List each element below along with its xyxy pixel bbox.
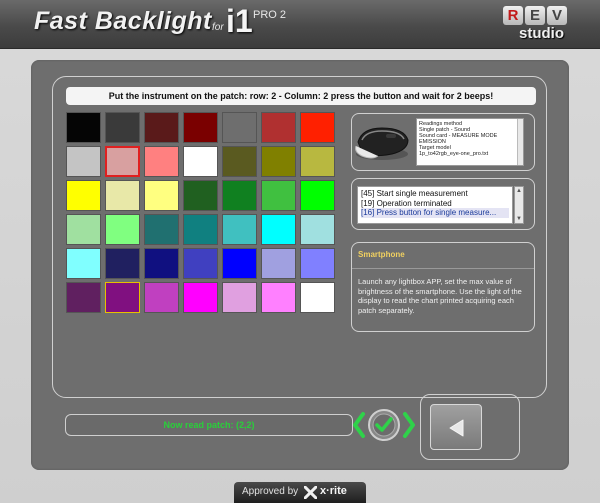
color-patch[interactable] [183,146,218,177]
instruction-text: Put the instrument on the patch: row: 2 … [66,87,536,105]
log-list[interactable]: [45] Start single measurement [19] Opera… [357,186,513,224]
status-bar: Now read patch: (2,2) [65,414,353,436]
info-title: Smartphone [358,250,405,259]
patch-grid [66,112,340,318]
app-header: Fast Backlight for i1 PRO 2 R E V studio [0,0,600,49]
color-patch[interactable] [261,248,296,279]
back-button[interactable] [430,404,482,450]
color-patch[interactable] [66,112,101,143]
color-patch[interactable] [105,180,140,211]
log-item[interactable]: [45] Start single measurement [361,189,509,199]
log-item[interactable]: [19] Operation terminated [361,199,509,209]
main-panel: Put the instrument on the patch: row: 2 … [31,60,569,470]
color-patch[interactable] [66,282,101,313]
instrument-panel: Readings method Single patch - Sound Sou… [351,113,535,171]
color-patch[interactable] [144,180,179,211]
brand-studio: studio [519,25,564,42]
color-patch[interactable] [183,112,218,143]
info-text: Launch any lightbox APP, set the max val… [358,277,522,315]
i1-logo: i1 [226,3,253,39]
color-patch[interactable] [222,146,257,177]
color-patch[interactable] [300,112,335,143]
scroll-down-icon[interactable]: ▼ [515,215,523,223]
color-patch[interactable] [183,180,218,211]
model-label: PRO 2 [253,9,287,21]
confirm-button[interactable] [353,406,415,444]
settings-line: 1p_to42rgb_eye-one_pro.txt [419,151,489,157]
color-patch[interactable] [144,248,179,279]
color-patch[interactable] [183,214,218,245]
color-patch[interactable] [222,112,257,143]
settings-scrollbar[interactable] [517,119,523,165]
color-patch[interactable] [261,214,296,245]
color-patch[interactable] [144,214,179,245]
scroll-up-icon[interactable]: ▲ [515,187,523,195]
brand-letter-r: R [503,6,523,25]
color-patch[interactable] [66,214,101,245]
color-patch[interactable] [66,146,101,177]
brand-letter-v: V [547,6,567,25]
color-patch[interactable] [105,248,140,279]
log-scrollbar[interactable]: ▲ ▼ [514,186,524,224]
i1pro-device-icon [355,127,409,160]
rev-studio-logo: R E V studio [503,6,569,44]
xrite-brand: x·rite [320,485,347,497]
color-patch[interactable] [144,146,179,177]
color-patch[interactable] [300,248,335,279]
xrite-logo-icon [304,486,317,499]
color-patch[interactable] [261,112,296,143]
color-patch[interactable] [300,214,335,245]
color-patch[interactable] [105,112,140,143]
color-patch[interactable] [300,282,335,313]
color-patch[interactable] [222,214,257,245]
color-patch[interactable] [222,282,257,313]
color-patch[interactable] [261,146,296,177]
approved-label: Approved by [242,486,299,497]
log-panel: [45] Start single measurement [19] Opera… [351,178,535,230]
color-patch[interactable] [261,282,296,313]
title-for: for [212,22,224,33]
footer-badge: Approved by x·rite [234,482,366,503]
color-patch[interactable] [222,180,257,211]
color-patch[interactable] [66,180,101,211]
info-panel: Smartphone Launch any lightbox APP, set … [351,242,535,332]
back-button-frame [420,394,520,460]
color-patch[interactable] [300,180,335,211]
color-patch[interactable] [66,248,101,279]
color-patch[interactable] [105,214,140,245]
triangle-left-icon [449,419,464,437]
color-patch[interactable] [144,112,179,143]
color-patch[interactable] [222,248,257,279]
color-patch[interactable] [105,282,140,313]
color-patch[interactable] [183,282,218,313]
settings-list[interactable]: Readings method Single patch - Sound Sou… [416,118,524,166]
color-patch[interactable] [183,248,218,279]
brand-letter-e: E [525,6,545,25]
app-title: Fast Backlight [34,7,212,35]
color-patch[interactable] [144,282,179,313]
color-patch[interactable] [300,146,335,177]
color-patch[interactable] [105,146,140,177]
color-patch[interactable] [261,180,296,211]
info-divider [352,268,534,269]
log-item-selected[interactable]: [16] Press button for single measure... [361,208,509,218]
